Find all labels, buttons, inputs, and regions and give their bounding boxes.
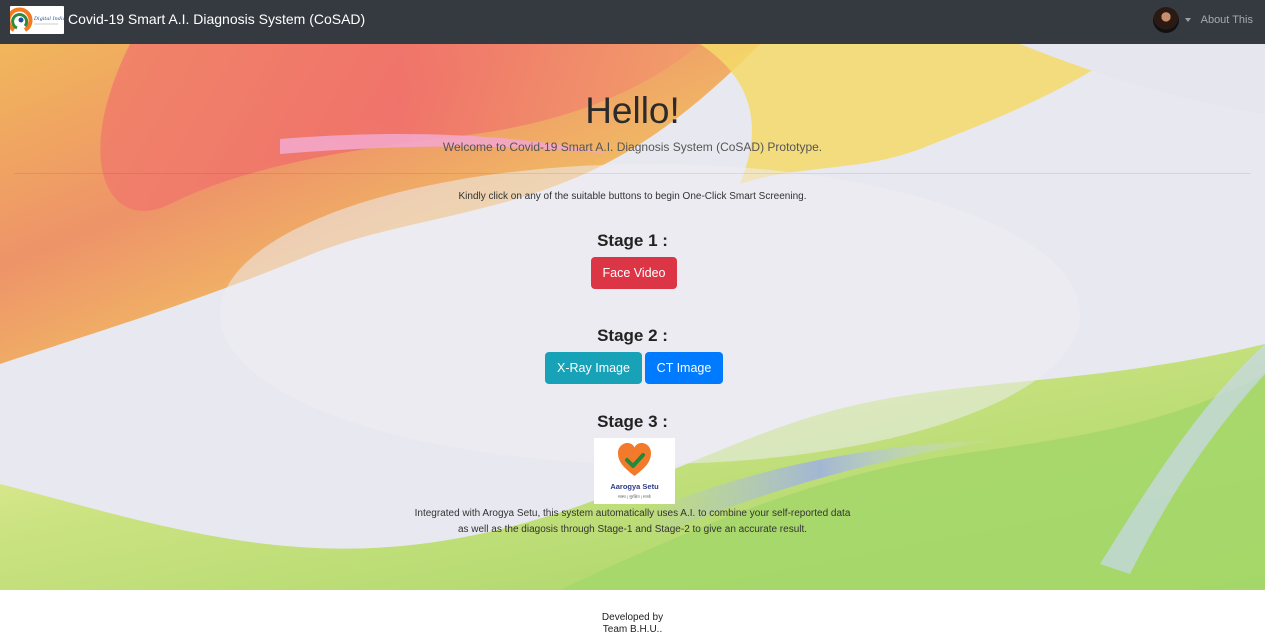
instruction-text: Kindly click on any of the suitable butt… bbox=[458, 191, 807, 202]
stage2-label: Stage 2 : bbox=[597, 326, 668, 345]
footer-team: Team B.H.U.. bbox=[602, 624, 663, 635]
hero-section: Hello! Welcome to Covid-19 Smart A.I. Di… bbox=[0, 44, 1265, 590]
divider bbox=[14, 173, 1251, 174]
app-title[interactable]: Covid-19 Smart A.I. Diagnosis System (Co… bbox=[68, 11, 365, 27]
ct-image-button[interactable]: CT Image bbox=[645, 352, 723, 384]
aarogya-setu-button[interactable]: Aarogya Setu स्वस्थ | सुरक्षित | सतर्क bbox=[594, 438, 675, 504]
face-video-button[interactable]: Face Video bbox=[591, 257, 677, 289]
xray-image-button[interactable]: X-Ray Image bbox=[545, 352, 642, 384]
user-avatar[interactable] bbox=[1152, 7, 1179, 33]
welcome-text: Welcome to Covid-19 Smart A.I. Diagnosis… bbox=[442, 140, 823, 154]
svg-text:Digital India: Digital India bbox=[33, 16, 64, 22]
description-line-2: as well as the diagosis through Stage-1 … bbox=[457, 524, 808, 535]
hello-heading: Hello! bbox=[585, 90, 680, 131]
hero-content: Hello! Welcome to Covid-19 Smart A.I. Di… bbox=[0, 44, 1265, 590]
top-navbar: Digital India Covid-19 Smart A.I. Diagno… bbox=[0, 0, 1265, 44]
caret-down-icon[interactable] bbox=[1184, 18, 1191, 22]
heart-check-icon bbox=[618, 443, 651, 476]
footer-developed-by: Developed by bbox=[601, 612, 664, 623]
stage3-label: Stage 3 : bbox=[597, 412, 668, 431]
integration-description: Integrated with Arogya Setu, this system… bbox=[0, 506, 1265, 538]
aarogya-setu-tagline: स्वस्थ | सुरक्षित | सतर्क bbox=[618, 494, 651, 499]
nav-right: About This bbox=[1152, 6, 1253, 34]
about-link[interactable]: About This bbox=[1201, 14, 1253, 26]
stage1-label: Stage 1 : bbox=[597, 231, 668, 250]
description-line-1: Integrated with Arogya Setu, this system… bbox=[414, 508, 851, 519]
aarogya-setu-name: Aarogya Setu bbox=[610, 482, 659, 491]
digital-india-logo[interactable]: Digital India bbox=[10, 6, 64, 34]
footer: Developed by Team B.H.U.. bbox=[0, 612, 1265, 635]
